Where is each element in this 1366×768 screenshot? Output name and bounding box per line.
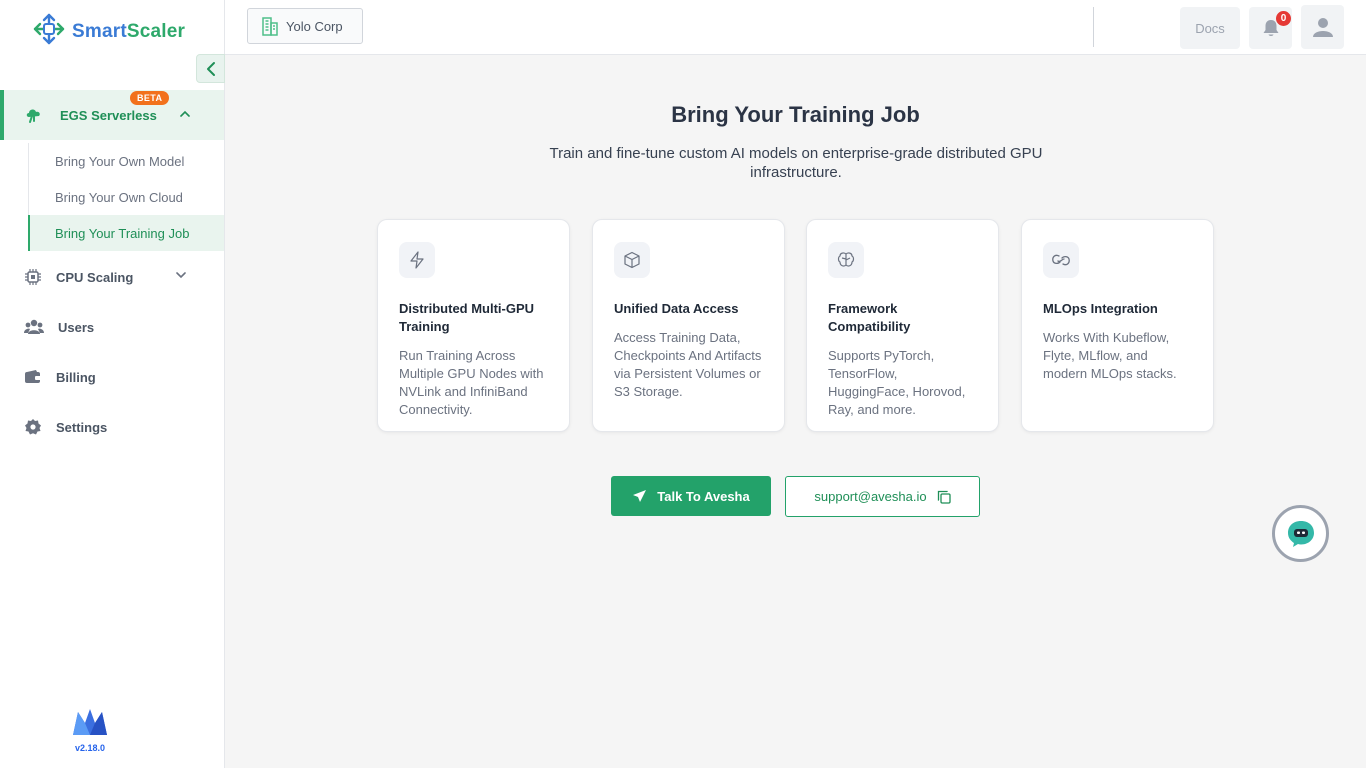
building-icon bbox=[262, 17, 278, 36]
smartscaler-logo-icon bbox=[32, 12, 66, 51]
send-icon bbox=[633, 490, 647, 502]
app-version: v2.18.0 bbox=[74, 743, 106, 753]
brand-name-part1: Smart bbox=[72, 20, 127, 42]
users-icon bbox=[24, 319, 44, 334]
chevron-up-icon bbox=[180, 110, 190, 117]
egs-submenu: Bring Your Own Model Bring Your Own Clou… bbox=[28, 143, 224, 251]
sidebar-item-egs-serverless[interactable]: EGS Serverless BETA bbox=[0, 90, 224, 140]
brand-logo[interactable]: SmartScaler bbox=[32, 12, 185, 51]
sidebar-subitem-bring-your-training-job[interactable]: Bring Your Training Job bbox=[28, 215, 224, 251]
user-avatar-icon bbox=[1312, 18, 1333, 37]
chatbot-icon bbox=[1287, 520, 1314, 547]
copy-icon bbox=[937, 490, 951, 504]
sidebar-item-label: Settings bbox=[56, 419, 108, 435]
card-title: Unified Data Access bbox=[614, 301, 739, 316]
talk-button-label: Talk To Avesha bbox=[657, 488, 750, 504]
brain-icon bbox=[828, 242, 864, 278]
sidebar-item-cpu-scaling[interactable]: CPU Scaling bbox=[0, 257, 224, 297]
support-email: support@avesha.io bbox=[814, 489, 927, 504]
copy-support-email-button[interactable]: support@avesha.io bbox=[785, 476, 980, 517]
header-divider bbox=[1093, 7, 1094, 47]
box-icon bbox=[614, 242, 650, 278]
organization-switcher[interactable]: Yolo Corp bbox=[247, 8, 363, 44]
user-menu-button[interactable] bbox=[1301, 5, 1344, 49]
card-title: Distributed Multi-GPU Training bbox=[399, 301, 535, 334]
cpu-icon bbox=[25, 269, 41, 285]
docs-button[interactable]: Docs bbox=[1180, 7, 1240, 49]
organization-name: Yolo Corp bbox=[286, 18, 343, 34]
sidebar-subitem-bring-your-own-cloud[interactable]: Bring Your Own Cloud bbox=[29, 179, 224, 215]
talk-to-avesha-button[interactable]: Talk To Avesha bbox=[611, 476, 771, 516]
card-description: Works With Kubeflow, Flyte, MLflow, and … bbox=[1043, 330, 1177, 381]
cloud-rocket-icon bbox=[26, 109, 40, 123]
sidebar: SmartScaler EGS Serverless BETA Bring Yo… bbox=[0, 0, 225, 768]
sidebar-item-label: Users bbox=[58, 319, 95, 335]
sidebar-item-label: EGS Serverless bbox=[60, 107, 157, 123]
collapse-sidebar-button[interactable] bbox=[196, 54, 225, 83]
lightning-icon bbox=[399, 242, 435, 278]
feature-card-framework-compatibility: Framework Compatibility Supports PyTorch… bbox=[806, 219, 999, 432]
feature-card-distributed-training: Distributed Multi-GPU Training Run Train… bbox=[377, 219, 570, 432]
chevron-left-icon bbox=[206, 61, 215, 76]
notification-count-badge: 0 bbox=[1276, 11, 1291, 26]
card-description: Run Training Across Multiple GPU Nodes w… bbox=[399, 348, 544, 417]
feature-card-unified-data: Unified Data Access Access Training Data… bbox=[592, 219, 785, 432]
beta-badge: BETA bbox=[130, 91, 170, 105]
sidebar-item-label: CPU Scaling bbox=[56, 269, 134, 285]
card-description: Supports PyTorch, TensorFlow, HuggingFac… bbox=[828, 348, 966, 417]
wallet-icon bbox=[25, 370, 41, 383]
brand-name-part2: Scaler bbox=[126, 20, 186, 42]
chevron-down-icon bbox=[176, 272, 186, 279]
card-title: Framework Compatibility bbox=[828, 301, 911, 334]
sidebar-subitem-bring-your-own-model[interactable]: Bring Your Own Model bbox=[29, 143, 224, 179]
gear-icon bbox=[25, 419, 41, 435]
sidebar-item-settings[interactable]: Settings bbox=[0, 407, 224, 447]
crown-logo-icon bbox=[73, 709, 107, 735]
page-title: Bring Your Training Job bbox=[671, 102, 920, 127]
card-description: Access Training Data, Checkpoints And Ar… bbox=[614, 330, 762, 399]
link-icon bbox=[1043, 242, 1079, 278]
page-subtitle: Train and fine-tune custom AI models on … bbox=[549, 145, 1043, 181]
sidebar-item-label: Billing bbox=[56, 369, 96, 385]
top-header: Yolo Corp Docs 0 bbox=[225, 0, 1366, 55]
sidebar-item-users[interactable]: Users bbox=[0, 307, 224, 347]
card-title: MLOps Integration bbox=[1043, 301, 1158, 316]
brand-name: SmartScaler bbox=[72, 21, 185, 43]
chat-assistant-button[interactable] bbox=[1272, 505, 1329, 562]
version-block: v2.18.0 bbox=[64, 708, 116, 753]
feature-card-mlops-integration: MLOps Integration Works With Kubeflow, F… bbox=[1021, 219, 1214, 432]
notifications-button[interactable]: 0 bbox=[1249, 7, 1292, 49]
sidebar-item-billing[interactable]: Billing bbox=[0, 357, 224, 397]
